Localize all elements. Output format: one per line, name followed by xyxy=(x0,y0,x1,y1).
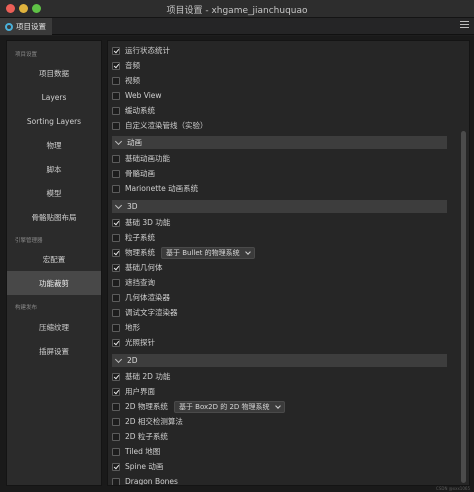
list-item[interactable]: 2D 物理系统 基于 Box2D 的 2D 物理系统 xyxy=(112,399,285,414)
checkbox[interactable] xyxy=(112,278,120,287)
hamburger-menu-icon[interactable] xyxy=(460,21,469,31)
sidebar-item-skeleton-atlas[interactable]: 骨骼贴图布局 xyxy=(7,205,101,229)
sidebar-item-layers[interactable]: Layers xyxy=(7,85,101,109)
scrollbar-thumb[interactable] xyxy=(461,131,466,483)
list-item[interactable]: 地形 xyxy=(112,320,140,335)
section-header-2d[interactable]: 2D xyxy=(112,354,447,367)
chevron-down-icon xyxy=(114,137,123,145)
list-item[interactable]: Marionette 动画系统 xyxy=(112,181,198,196)
checkbox[interactable] xyxy=(112,61,120,70)
sidebar-item-model[interactable]: 模型 xyxy=(7,181,101,205)
list-item[interactable]: 2D 相交检测算法 xyxy=(112,414,183,429)
checkbox[interactable] xyxy=(112,293,120,302)
checkbox[interactable] xyxy=(112,417,120,426)
list-item[interactable]: 运行状态统计 xyxy=(112,43,170,58)
sidebar-item-sorting-layers[interactable]: Sorting Layers xyxy=(7,109,101,133)
list-item[interactable]: 调试文字渲染器 xyxy=(112,305,178,320)
gear-icon xyxy=(5,22,13,31)
sidebar-item-scripts[interactable]: 脚本 xyxy=(7,157,101,181)
checkbox[interactable] xyxy=(112,121,120,130)
list-item[interactable]: 物理系统 基于 Bullet 的物理系统 xyxy=(112,245,255,260)
main-area: 项目设置 项目数据 Layers Sorting Layers 物理 脚本 模型… xyxy=(0,36,474,492)
list-item[interactable]: 音频 xyxy=(112,58,140,73)
list-item[interactable]: 缓动系统 xyxy=(112,103,155,118)
sidebar-group-label: 构建发布 xyxy=(15,305,38,311)
sidebar-group-label: 项目设置 xyxy=(15,52,38,58)
list-item[interactable]: Tiled 地图 xyxy=(112,444,160,459)
list-item[interactable]: 2D 粒子系统 xyxy=(112,429,168,444)
tab-bar: 项目设置 xyxy=(0,18,474,35)
checkbox[interactable] xyxy=(112,218,120,227)
watermark: CSDN @xxx1065 xyxy=(436,486,470,491)
chevron-down-icon xyxy=(114,201,123,209)
checkbox[interactable] xyxy=(112,76,120,85)
list-item[interactable]: Spine 动画 xyxy=(112,459,163,474)
checkbox[interactable] xyxy=(112,169,120,178)
sidebar-item-texture-compression[interactable]: 压缩纹理 xyxy=(7,315,101,339)
sidebar-item-project-data[interactable]: 项目数据 xyxy=(7,61,101,85)
checkbox[interactable] xyxy=(112,263,120,272)
checkbox[interactable] xyxy=(112,46,120,55)
checkbox[interactable] xyxy=(112,462,120,471)
sidebar-item-splash-settings[interactable]: 插屏设置 xyxy=(7,339,101,363)
checkbox[interactable] xyxy=(112,372,120,381)
checkbox[interactable] xyxy=(112,308,120,317)
list-item[interactable]: 光照探针 xyxy=(112,335,155,350)
title-bar: 项目设置 - xhgame_jianchuquao xyxy=(0,0,474,18)
chevron-down-icon xyxy=(244,248,251,255)
list-item[interactable]: 自定义渲染管线（实验） xyxy=(112,118,208,133)
checkbox[interactable] xyxy=(112,432,120,441)
list-item[interactable]: 视频 xyxy=(112,73,140,88)
list-item[interactable]: 基础 2D 功能 xyxy=(112,369,170,384)
checkbox[interactable] xyxy=(112,338,120,347)
feature-cropping-panel: 运行状态统计 音频 视频 Web View 缓动系统 自定义渲染管线（实验） 动… xyxy=(107,40,470,486)
checkbox[interactable] xyxy=(112,106,120,115)
list-item[interactable]: 几何体渲染器 xyxy=(112,290,170,305)
checkbox[interactable] xyxy=(112,477,120,485)
list-item[interactable]: 骨骼动画 xyxy=(112,166,155,181)
section-header-animation[interactable]: 动画 xyxy=(112,136,447,149)
checkbox[interactable] xyxy=(112,154,120,163)
checkbox[interactable] xyxy=(112,184,120,193)
list-item[interactable]: 粒子系统 xyxy=(112,230,155,245)
sidebar-item-physics[interactable]: 物理 xyxy=(7,133,101,157)
tab-project-settings[interactable]: 项目设置 xyxy=(0,18,52,35)
sidebar: 项目设置 项目数据 Layers Sorting Layers 物理 脚本 模型… xyxy=(6,40,102,486)
checkbox[interactable] xyxy=(112,323,120,332)
checkbox[interactable] xyxy=(112,233,120,242)
list-item[interactable]: 遮挡查询 xyxy=(112,275,155,290)
section-header-3d[interactable]: 3D xyxy=(112,200,447,213)
list-item[interactable]: 基础 3D 功能 xyxy=(112,215,170,230)
list-item[interactable]: 用户界面 xyxy=(112,384,155,399)
checkbox[interactable] xyxy=(112,91,120,100)
list-item[interactable]: Web View xyxy=(112,88,162,103)
list-item[interactable]: 基础几何体 xyxy=(112,260,163,275)
checkbox[interactable] xyxy=(112,387,120,396)
physics-2d-engine-select[interactable]: 基于 Box2D 的 2D 物理系统 xyxy=(173,400,285,413)
list-item[interactable]: 基础动画功能 xyxy=(112,151,170,166)
chevron-down-icon xyxy=(274,402,281,409)
window-title: 项目设置 - xhgame_jianchuquao xyxy=(166,6,308,16)
chevron-down-icon xyxy=(114,355,123,363)
tab-label: 项目设置 xyxy=(16,22,46,31)
checkbox[interactable] xyxy=(112,248,120,257)
checkbox[interactable] xyxy=(112,447,120,456)
vertical-scrollbar[interactable] xyxy=(461,43,467,483)
physics-engine-select[interactable]: 基于 Bullet 的物理系统 xyxy=(161,246,255,259)
list-item[interactable]: Dragon Bones xyxy=(112,474,178,485)
sidebar-item-macro-config[interactable]: 宏配置 xyxy=(7,247,101,271)
sidebar-item-feature-cropping[interactable]: 功能裁剪 xyxy=(7,271,101,295)
checkbox[interactable] xyxy=(112,402,120,411)
sidebar-group-label: 引擎管理器 xyxy=(15,238,43,244)
